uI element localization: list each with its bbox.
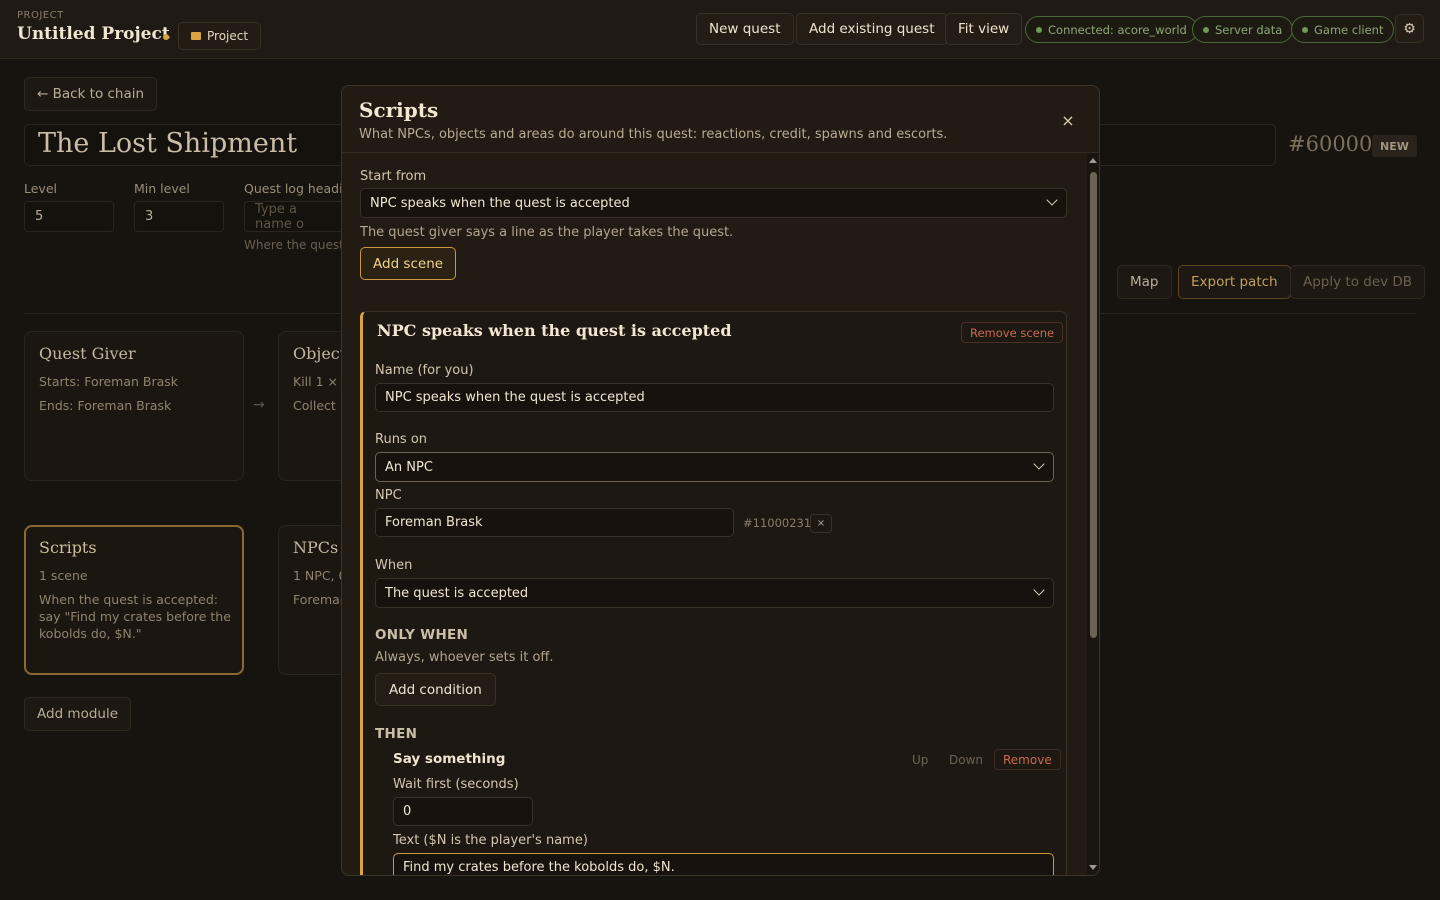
chevron-down-icon [1046, 194, 1058, 206]
min-level-label: Min level [134, 181, 190, 196]
level-input[interactable]: 5 [24, 201, 114, 232]
status-connected[interactable]: Connected: acore_world [1025, 16, 1198, 43]
quest-giver-ends: Ends: Foreman Brask [39, 398, 172, 413]
when-value: The quest is accepted [385, 585, 529, 601]
scripts-card-title: Scripts [39, 538, 97, 557]
settings-gear-icon[interactable]: ⚙ [1395, 14, 1424, 43]
npcs-card-title: NPCs [293, 538, 339, 557]
scene-name-label: Name (for you) [375, 363, 474, 378]
project-label: PROJECT [17, 10, 64, 21]
objectives-line-2: Collect 1 [293, 398, 348, 413]
modal-header: Scripts What NPCs, objects and areas do … [342, 86, 1099, 153]
when-select[interactable]: The quest is accepted [375, 578, 1054, 608]
quest-log-hint: Where the quest [244, 238, 344, 252]
remove-scene-button[interactable]: Remove scene [961, 322, 1064, 343]
export-patch-button[interactable]: Export patch [1178, 265, 1291, 299]
add-existing-quest-button[interactable]: Add existing quest [796, 13, 948, 45]
chevron-down-icon [1033, 584, 1045, 596]
move-down-button[interactable]: Down [942, 749, 990, 770]
scroll-down-icon[interactable] [1089, 865, 1097, 870]
runs-on-value: An NPC [385, 459, 433, 475]
scripts-modal: Scripts What NPCs, objects and areas do … [341, 85, 1100, 876]
quest-giver-starts: Starts: Foreman Brask [39, 374, 179, 389]
folder-icon [191, 32, 201, 40]
only-when-heading: ONLY WHEN [375, 627, 469, 643]
status-label: Connected: acore_world [1048, 22, 1187, 37]
then-heading: THEN [375, 726, 418, 742]
project-title: Untitled Project [17, 24, 170, 44]
npcs-card-count: 1 NPC, 0 [293, 568, 347, 583]
project-button[interactable]: Project [178, 22, 262, 50]
back-to-chain-button[interactable]: ← Back to chain [24, 77, 158, 111]
only-when-hint: Always, whoever sets it off. [375, 650, 554, 665]
start-from-label: Start from [360, 169, 427, 184]
start-from-select[interactable]: NPC speaks when the quest is accepted [360, 188, 1067, 218]
when-label: When [375, 558, 413, 573]
modal-scrollbar[interactable] [1087, 153, 1099, 875]
clear-npc-icon[interactable]: × [810, 514, 832, 533]
map-button[interactable]: Map [1117, 265, 1172, 299]
apply-dev-db-button[interactable]: Apply to dev DB [1290, 265, 1426, 299]
project-button-label: Project [207, 29, 249, 43]
new-badge: NEW [1372, 135, 1417, 157]
text-label: Text ($N is the player's name) [393, 833, 588, 848]
npc-input[interactable]: Foreman Brask [375, 508, 734, 537]
arrow-icon: → [253, 397, 265, 413]
scene-card: NPC speaks when the quest is accepted Re… [360, 311, 1067, 875]
quest-id: #60000 [1288, 132, 1373, 156]
quest-log-heading-input[interactable]: Type a name o [244, 201, 344, 232]
close-icon[interactable]: × [1056, 108, 1080, 132]
wait-input[interactable]: 0 [393, 797, 533, 826]
scripts-card-summary: When the quest is accepted: say "Find my… [39, 592, 231, 641]
move-up-button[interactable]: Up [905, 749, 935, 770]
chevron-down-icon [1033, 458, 1045, 470]
add-condition-button[interactable]: Add condition [375, 673, 496, 706]
npcs-card-line: Foreman [293, 592, 348, 607]
status-label: Game client [1314, 22, 1384, 37]
status-dot-icon [1203, 26, 1209, 33]
wait-label: Wait first (seconds) [393, 777, 519, 792]
new-quest-button[interactable]: New quest [696, 13, 794, 45]
unsaved-dot [163, 34, 169, 40]
min-level-input[interactable]: 3 [134, 201, 224, 232]
modal-title: Scripts [359, 98, 439, 122]
npc-id: #11000231 [743, 516, 812, 530]
action-title: Say something [393, 751, 506, 767]
top-bar: PROJECT Untitled Project Project New que… [0, 0, 1440, 59]
status-server-data[interactable]: Server data [1192, 16, 1294, 43]
scroll-thumb[interactable] [1090, 172, 1097, 638]
runs-on-select[interactable]: An NPC [375, 452, 1054, 482]
status-game-client[interactable]: Game client [1291, 16, 1395, 43]
scene-name-input[interactable]: NPC speaks when the quest is accepted [375, 383, 1054, 412]
say-text-input[interactable]: Find my crates before the kobolds do, $N… [393, 853, 1054, 875]
start-from-hint: The quest giver says a line as the playe… [360, 225, 734, 240]
scene-title: NPC speaks when the quest is accepted [377, 321, 732, 340]
quest-title: The Lost Shipment [38, 128, 298, 159]
modal-subtitle: What NPCs, objects and areas do around t… [359, 127, 948, 142]
quest-giver-title: Quest Giver [39, 344, 136, 363]
remove-action-button[interactable]: Remove [994, 749, 1061, 770]
scripts-card-count: 1 scene [39, 568, 88, 583]
objectives-title: Object [293, 344, 347, 363]
scroll-up-icon[interactable] [1089, 158, 1097, 163]
quest-log-heading-label: Quest log headi [244, 181, 343, 196]
level-label: Level [24, 181, 57, 196]
status-dot-icon [1036, 26, 1042, 33]
add-module-button[interactable]: Add module [24, 697, 132, 731]
status-dot-icon [1302, 26, 1308, 33]
fit-view-button[interactable]: Fit view [945, 13, 1023, 45]
add-scene-button[interactable]: Add scene [360, 247, 457, 280]
start-from-value: NPC speaks when the quest is accepted [370, 195, 630, 211]
npc-label: NPC [375, 488, 402, 503]
status-label: Server data [1215, 22, 1283, 37]
runs-on-label: Runs on [375, 432, 428, 447]
